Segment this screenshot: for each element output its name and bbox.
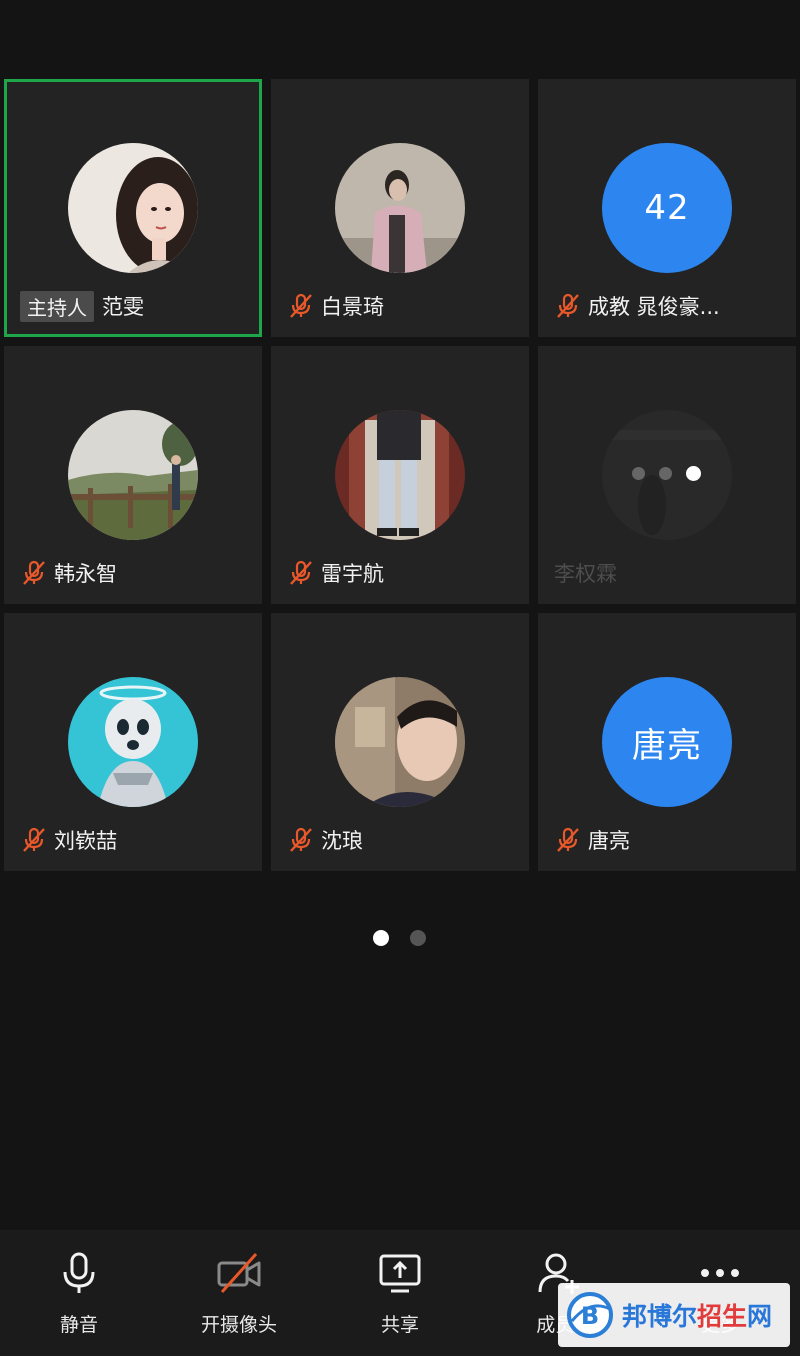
page-dot[interactable] <box>410 930 426 946</box>
loading-indicator <box>632 466 701 481</box>
participant-grid: 主持人 范雯 白景琦 42 成教 晁俊豪... 韩永智 雷宇航 李权霖 刘嵚喆 … <box>4 79 796 871</box>
mic-muted-icon <box>23 560 45 585</box>
participant-name: 李权霖 <box>554 562 617 586</box>
watermark-logo-icon: B <box>567 1292 613 1338</box>
participant-label: 唐亮 <box>554 825 630 855</box>
participant-label: 主持人 范雯 <box>20 290 144 322</box>
mute-label: 静音 <box>59 1314 98 1336</box>
mute-button[interactable]: 静音 <box>9 1250 149 1337</box>
participant-tile[interactable]: 白景琦 <box>271 79 529 337</box>
mic-muted-icon <box>23 827 45 852</box>
participant-name: 韩永智 <box>54 562 117 586</box>
svg-text:B: B <box>581 1302 599 1330</box>
participant-tile[interactable]: 李权霖 <box>538 346 796 604</box>
participant-label: 沈琅 <box>287 825 363 855</box>
participant-tile[interactable]: 雷宇航 <box>271 346 529 604</box>
participant-label: 成教 晁俊豪... <box>554 291 720 321</box>
mic-muted-icon <box>290 827 312 852</box>
participant-label: 李权霖 <box>554 558 617 588</box>
camera-off-icon <box>217 1252 261 1294</box>
participant-avatar-initials: 唐亮 <box>602 677 732 807</box>
participant-tile[interactable]: 唐亮 唐亮 <box>538 613 796 871</box>
participant-avatar <box>335 677 465 807</box>
camera-label: 开摄像头 <box>200 1314 277 1336</box>
participant-label: 白景琦 <box>287 291 384 321</box>
participant-name: 成教 晁俊豪... <box>588 295 720 319</box>
participant-label: 雷宇航 <box>287 558 384 588</box>
participant-tile-host[interactable]: 主持人 范雯 <box>4 79 262 337</box>
site-watermark: B 邦博尔招生网 <box>558 1283 790 1347</box>
participant-label: 韩永智 <box>20 558 117 588</box>
participant-avatar <box>68 677 198 807</box>
screen-share-icon <box>379 1254 421 1293</box>
participant-avatar <box>335 143 465 273</box>
participant-tile[interactable]: 韩永智 <box>4 346 262 604</box>
host-badge: 主持人 <box>20 290 94 322</box>
microphone-icon <box>63 1252 95 1293</box>
page-dot-active[interactable] <box>373 930 389 946</box>
mic-muted-icon <box>290 560 312 585</box>
participant-avatar-initials: 42 <box>602 143 732 273</box>
camera-button[interactable]: 开摄像头 <box>169 1250 309 1337</box>
mic-muted-icon <box>290 293 312 318</box>
mic-muted-icon <box>557 293 579 318</box>
participant-label: 刘嵚喆 <box>20 825 117 855</box>
participant-tile[interactable]: 42 成教 晁俊豪... <box>538 79 796 337</box>
share-label: 共享 <box>380 1314 419 1336</box>
participant-name: 沈琅 <box>321 829 363 853</box>
participant-name: 白景琦 <box>321 295 384 319</box>
share-button[interactable]: 共享 <box>330 1250 470 1337</box>
participant-name: 刘嵚喆 <box>54 829 117 853</box>
participant-tile[interactable]: 沈琅 <box>271 613 529 871</box>
participant-avatar <box>335 410 465 540</box>
mic-muted-icon <box>557 827 579 852</box>
participant-avatar <box>68 143 198 273</box>
watermark-text: 邦博尔招生网 <box>622 1302 773 1331</box>
participant-name: 雷宇航 <box>321 562 384 586</box>
page-indicator[interactable] <box>373 930 426 946</box>
participant-avatar <box>68 410 198 540</box>
participant-name: 范雯 <box>102 295 144 319</box>
participant-tile[interactable]: 刘嵚喆 <box>4 613 262 871</box>
participant-name: 唐亮 <box>588 829 630 853</box>
